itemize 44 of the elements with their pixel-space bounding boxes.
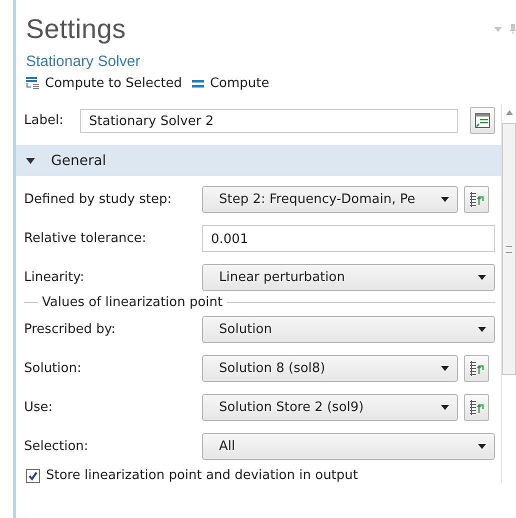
go-to-source-button[interactable]	[464, 394, 489, 421]
field-label: Relative tolerance:	[24, 231, 148, 246]
caret-icon	[478, 444, 486, 449]
compute-button[interactable]: Compute	[192, 76, 270, 91]
caret-icon	[478, 275, 486, 280]
panel-title: Settings	[26, 14, 126, 45]
list-arrow-icon	[470, 400, 484, 415]
scrollbar[interactable]	[501, 104, 516, 483]
group-title: Values of linearization point	[42, 295, 223, 310]
field-label: Label:	[24, 113, 64, 128]
compute-to-selected-button[interactable]: Compute to Selected	[26, 76, 182, 91]
section-header[interactable]: General	[16, 145, 501, 176]
tolerance-field[interactable]: 0.001	[202, 225, 495, 252]
go-to-source-button[interactable]	[464, 186, 489, 213]
list-icon	[26, 77, 39, 90]
section-title: General	[51, 152, 106, 168]
label-field[interactable]: Stationary Solver 2	[80, 108, 458, 132]
dropdown[interactable]: Solution 8 (sol8)	[202, 355, 458, 382]
go-to-source-button[interactable]	[464, 355, 489, 382]
scroll-up-icon[interactable]	[506, 110, 512, 115]
field-label: Linearity:	[24, 270, 86, 285]
dropdown[interactable]: Linear perturbation	[202, 264, 495, 291]
caret-icon	[441, 197, 449, 202]
panel-subtitle: Stationary Solver	[25, 52, 142, 70]
caret-icon	[441, 366, 449, 371]
field-label: Prescribed by:	[24, 322, 117, 337]
list-arrow-icon	[470, 192, 484, 207]
note-icon	[475, 113, 490, 128]
checkbox-label: Store linearization point and deviation in output	[46, 468, 358, 483]
caret-icon	[441, 405, 449, 410]
note-button[interactable]	[470, 107, 495, 134]
checkbox[interactable]	[26, 468, 40, 482]
field-label: Defined by study step:	[24, 192, 173, 207]
dropdown[interactable]: Solution Store 2 (sol9)	[202, 394, 458, 421]
field-label: Solution:	[24, 361, 82, 376]
field-label: Use:	[24, 400, 54, 415]
dropdown[interactable]: Step 2: Frequency-Domain, Pe	[202, 186, 458, 213]
list-arrow-icon	[470, 361, 484, 376]
collapse-icon	[26, 158, 35, 164]
equals-icon	[192, 80, 204, 88]
dropdown[interactable]: Solution	[202, 316, 495, 343]
field-label: Selection:	[24, 439, 90, 454]
caret-icon	[478, 327, 486, 332]
dropdown[interactable]: All	[202, 433, 495, 460]
